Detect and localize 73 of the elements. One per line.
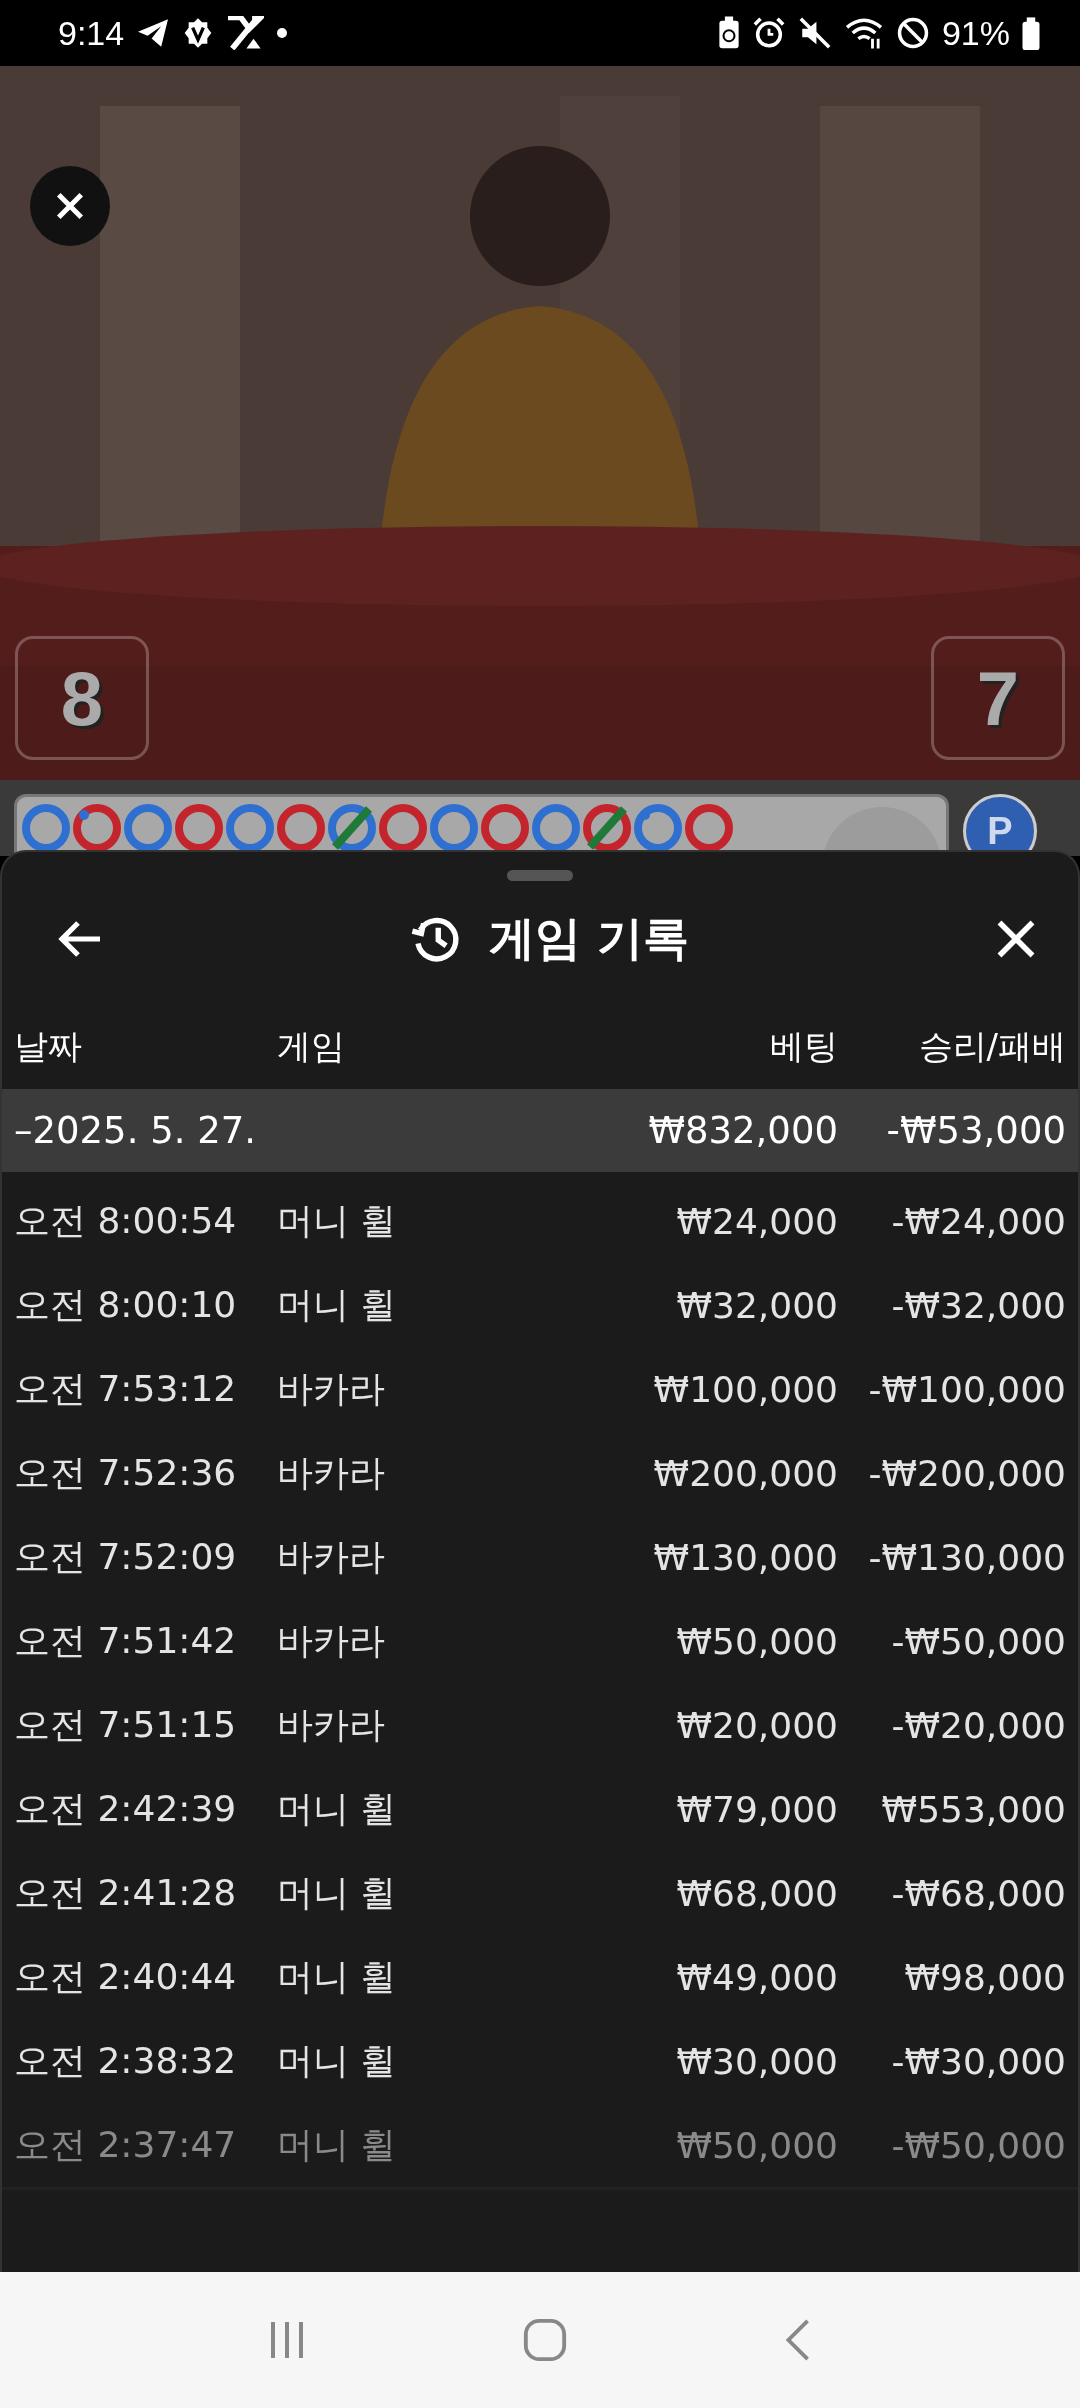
time-cell-text: 오전 2:37:47 [14,2122,238,2167]
summary-row[interactable]: –2025. 5. 27. ₩832,000 -₩53,000 [2,1089,1078,1172]
game-cell-text: 머니 휠 [277,1282,398,1327]
bet-cell-text: ₩100,000 [652,1368,838,1410]
clock-time: 9:14 [58,13,125,53]
result-cell-text: -₩200,000 [867,1452,1066,1494]
result-cell-text: ₩553,000 [880,1788,1066,1830]
game-cell-text: 머니 휠 [277,2038,398,2083]
bet-cell-text: ₩32,000 [675,1284,838,1326]
result-cell-text: -₩68,000 [890,1872,1066,1914]
time-cell-text: 오전 8:00:10 [14,1282,238,1327]
score-card: 7 [931,636,1065,760]
bet-cell-text: ₩20,000 [675,1704,838,1746]
game-cell-text: 바카라 [277,1534,386,1579]
blocked-icon [895,16,930,50]
result-cell-text: -₩50,000 [890,2124,1066,2166]
time-cell-text: 오전 7:51:15 [14,1702,238,1747]
bet-cell-text: ₩30,000 [675,2040,838,2082]
result-cell-text: -₩32,000 [890,1284,1066,1326]
time-cell-text: 오전 2:42:39 [14,1786,238,1831]
dot-icon [276,27,289,39]
home-icon [522,2317,568,2363]
result-cell-text: -₩130,000 [867,1536,1066,1578]
result-cell-text: -₩30,000 [890,2040,1066,2082]
battery-percent: 91% [941,13,1010,53]
time-cell-text: 오전 2:38:32 [14,2038,238,2083]
drag-handle[interactable] [507,870,573,881]
game-cell-text: 머니 휠 [277,1954,398,1999]
date-cell-text: –2025. 5. 27. [14,1109,258,1152]
game-cell-text: 바카라 [277,1366,386,1411]
result-cell-text: -₩50,000 [890,1620,1066,1662]
game-cell-text: 머니 휠 [277,1786,398,1831]
paper-plane-icon [136,18,171,48]
time-cell-text: 오전 7:52:09 [14,1534,238,1579]
time-cell-text: 오전 2:41:28 [14,1870,238,1915]
close-icon [55,191,85,221]
column-header: 베팅 [769,1025,838,1068]
result-cell-text: -₩20,000 [890,1704,1066,1746]
time-cell-text: 오전 7:52:36 [14,1450,238,1495]
bet-cell-text: ₩68,000 [675,1872,838,1914]
bet-cell-text: ₩832,000 [647,1109,838,1152]
result-cell-text: -₩100,000 [867,1368,1066,1410]
time-cell-text: 오전 8:00:54 [14,1198,238,1243]
time-cell-text: 오전 7:51:42 [14,1618,238,1663]
sheet-title: 게임 기록 [489,910,689,967]
bet-cell-text: ₩200,000 [652,1452,838,1494]
score-card: 8 [15,636,149,760]
bet-cell-text: ₩79,000 [675,1788,838,1830]
mute-icon [797,16,832,50]
bet-cell-text: ₩50,000 [675,2124,838,2166]
battery-saver-icon [717,16,740,50]
game-cell-text: 머니 휠 [277,1198,398,1243]
battery-icon [1022,16,1040,50]
game-cell-text: 바카라 [277,1450,386,1495]
alarm-icon [751,16,786,50]
game-cell-text: 머니 휠 [277,2122,398,2167]
result-cell-text: -₩24,000 [890,1200,1066,1242]
column-header: 승리/패배 [917,1025,1066,1068]
bet-cell-text: ₩50,000 [675,1620,838,1662]
bet-cell-text: ₩130,000 [652,1536,838,1578]
wifi-icon [843,16,884,50]
slash-logo-icon [226,16,265,50]
column-header: 게임 [277,1025,346,1068]
column-header: 날짜 [14,1025,83,1068]
game-cell-text: 바카라 [277,1702,386,1747]
time-cell-text: 오전 7:53:12 [14,1366,238,1411]
bet-cell-text: ₩49,000 [675,1956,838,1998]
bet-cell-text: ₩24,000 [675,1200,838,1242]
game-cell-text: 머니 휠 [277,1870,398,1915]
result-cell-text: -₩53,000 [885,1109,1066,1152]
time-cell-text: 오전 2:40:44 [14,1954,238,1999]
game-cell-text: 바카라 [277,1618,386,1663]
result-cell-text: ₩98,000 [903,1956,1066,1998]
